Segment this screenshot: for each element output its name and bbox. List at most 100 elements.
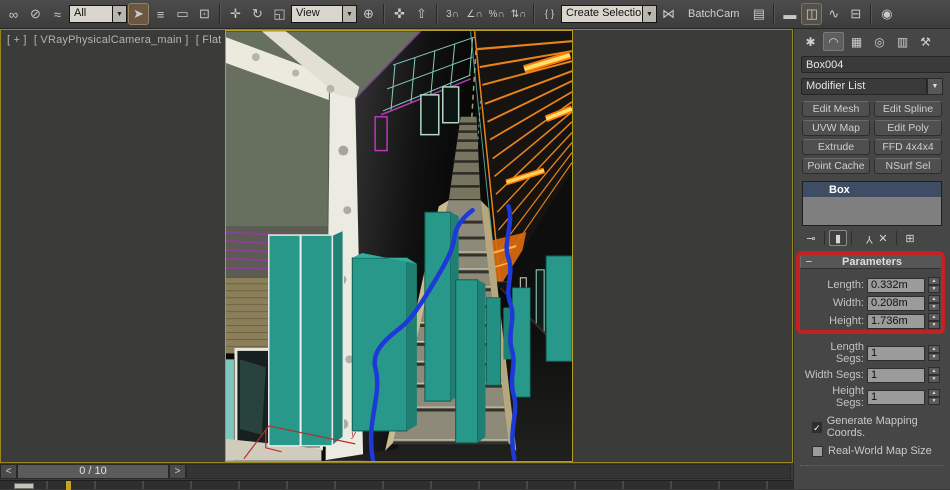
configure-modifier-sets-icon[interactable]: ⊞: [901, 230, 919, 246]
mini-curve-editor-button[interactable]: [14, 483, 34, 489]
viewport-camera-label[interactable]: [ VRayPhysicalCamera_main ]: [34, 34, 189, 46]
modifier-list-dropdown[interactable]: Modifier List: [801, 78, 927, 95]
length-spinner[interactable]: ▲ ▼: [928, 277, 940, 293]
render-setup-icon[interactable]: ◉: [876, 3, 897, 25]
time-slider-groove[interactable]: [186, 464, 791, 479]
next-frame-button[interactable]: >: [169, 464, 186, 479]
reference-coordinate-dropdown[interactable]: View ▼: [291, 5, 357, 23]
height-field[interactable]: 1.736m: [867, 313, 925, 329]
select-by-name-icon[interactable]: ≡: [150, 3, 171, 25]
previous-frame-button[interactable]: <: [0, 464, 17, 479]
generate-mapping-coords-label: Generate Mapping Coords.: [826, 415, 918, 439]
height-segs-spinner[interactable]: ▲ ▼: [928, 389, 940, 405]
stack-item-box[interactable]: Box: [803, 182, 941, 197]
generate-mapping-coords-checkbox[interactable]: ✓: [812, 421, 822, 433]
keyboard-override-icon[interactable]: ⇧: [411, 3, 432, 25]
window-crossing-icon[interactable]: ⊡: [194, 3, 215, 25]
track-bar[interactable]: [0, 480, 793, 490]
select-and-rotate-icon[interactable]: ↻: [247, 3, 268, 25]
stack-separator: [851, 231, 852, 245]
length-segs-spinner[interactable]: ▲ ▼: [928, 345, 940, 361]
selected-box-object: [265, 228, 345, 453]
width-segs-field[interactable]: 1: [867, 367, 925, 383]
stack-separator: [896, 231, 897, 245]
named-selection-dropdown[interactable]: Create Selection Se ▼: [561, 5, 657, 23]
real-world-map-size-checkbox[interactable]: [812, 445, 823, 457]
viewport-menu-plus[interactable]: [ + ]: [7, 34, 27, 46]
length-field[interactable]: 0.332m: [867, 277, 925, 293]
snaps-toggle-icon[interactable]: 3∩: [442, 3, 463, 25]
layer-manager-icon[interactable]: ▤: [748, 3, 769, 25]
edit-spline-button[interactable]: Edit Spline: [874, 101, 942, 117]
width-field[interactable]: 0.208m: [867, 295, 925, 311]
box-object: [545, 255, 572, 362]
real-world-map-size-label: Real-World Map Size: [828, 445, 932, 457]
modify-tab-icon[interactable]: ◠: [823, 32, 844, 51]
uvw-map-button[interactable]: UVW Map: [802, 120, 870, 136]
point-cache-button[interactable]: Point Cache: [802, 158, 870, 174]
parameters-rollout-header[interactable]: − Parameters: [800, 254, 944, 269]
time-slider-handle[interactable]: 0 / 10: [17, 464, 169, 479]
chevron-down-icon: ▼: [112, 6, 126, 22]
motion-tab-icon[interactable]: ◎: [869, 32, 890, 51]
parameters-rollout: − Parameters Length: 0.332m ▲ ▼ Width: 0.…: [800, 254, 944, 466]
nsurf-sel-button[interactable]: NSurf Sel: [874, 158, 942, 174]
unlink-selection-icon[interactable]: ⊘: [25, 3, 46, 25]
reference-coordinate-value: View: [296, 7, 320, 19]
camera-viewport[interactable]: [ + ] [ VRayPhysicalCamera_main ] [ Flat…: [0, 29, 793, 463]
use-pivot-center-icon[interactable]: ⊕: [358, 3, 379, 25]
width-segs-label: Width Segs:: [804, 369, 864, 381]
length-segs-field[interactable]: 1: [867, 345, 925, 361]
command-panel: ✱ ◠ ▦ ◎ ▥ ⚒ Modifier List ▼ Edit Mesh Ed…: [793, 29, 950, 489]
create-tab-icon[interactable]: ✱: [800, 32, 821, 51]
mirror-icon[interactable]: ⋈: [658, 3, 679, 25]
spinner-snap-icon[interactable]: ⇅∩: [508, 3, 529, 25]
percent-snap-icon[interactable]: %∩: [486, 3, 507, 25]
toolbar-separator: [533, 4, 535, 24]
toolbar-separator: [219, 4, 221, 24]
toolbar-separator: [773, 4, 776, 24]
select-and-manipulate-icon[interactable]: ✜: [389, 3, 410, 25]
schematic-view-icon[interactable]: ⊟: [845, 3, 866, 25]
select-and-scale-icon[interactable]: ◱: [269, 3, 290, 25]
height-segs-field[interactable]: 1: [867, 389, 925, 405]
hierarchy-tab-icon[interactable]: ▦: [846, 32, 867, 51]
track-view-icon[interactable]: ∿: [823, 3, 844, 25]
selection-region-icon[interactable]: ▭: [172, 3, 193, 25]
pin-stack-icon[interactable]: ⊸: [802, 230, 820, 246]
select-object-icon[interactable]: ➤: [128, 3, 149, 25]
display-tab-icon[interactable]: ▥: [892, 32, 913, 51]
selection-filter-value: All: [74, 7, 87, 19]
collapse-icon[interactable]: −: [801, 256, 817, 268]
width-label: Width:: [832, 297, 864, 309]
utilities-tab-icon[interactable]: ⚒: [915, 32, 936, 51]
panel-tabs: ✱ ◠ ▦ ◎ ▥ ⚒: [794, 29, 950, 53]
edit-mesh-button[interactable]: Edit Mesh: [802, 101, 870, 117]
remove-modifier-icon[interactable]: ✕: [874, 230, 892, 246]
batchcam-button[interactable]: BatchCam: [680, 8, 747, 20]
box-object: [511, 287, 531, 398]
select-and-link-icon[interactable]: ∞: [3, 3, 24, 25]
width-spinner[interactable]: ▲ ▼: [928, 295, 940, 311]
angle-snap-icon[interactable]: ∠∩: [464, 3, 485, 25]
camera-frame[interactable]: y: [225, 30, 573, 462]
toolbar-separator: [383, 4, 385, 24]
chevron-down-icon[interactable]: ▼: [927, 78, 943, 95]
extrude-button[interactable]: Extrude: [802, 139, 870, 155]
height-spinner[interactable]: ▲ ▼: [928, 313, 940, 329]
width-segs-spinner[interactable]: ▲ ▼: [928, 367, 940, 383]
ffd-button[interactable]: FFD 4x4x4: [874, 139, 942, 155]
axis-y-label: y: [350, 429, 356, 439]
viewport-canvas[interactable]: y: [226, 31, 572, 461]
named-selection-sets-icon[interactable]: { }: [539, 3, 560, 25]
graphite-ribbon-icon[interactable]: ▬: [779, 3, 800, 25]
show-end-result-icon[interactable]: ▮: [829, 230, 847, 246]
select-and-move-icon[interactable]: ✛: [225, 3, 246, 25]
make-unique-icon[interactable]: Y: [856, 230, 874, 246]
bind-to-spacewarp-icon[interactable]: ≈: [47, 3, 68, 25]
curve-editor-icon[interactable]: ◫: [801, 3, 823, 25]
object-name-field[interactable]: [801, 56, 950, 73]
selection-filter-dropdown[interactable]: All ▼: [69, 5, 127, 23]
toolbar-separator: [870, 4, 873, 24]
edit-poly-button[interactable]: Edit Poly: [874, 120, 942, 136]
